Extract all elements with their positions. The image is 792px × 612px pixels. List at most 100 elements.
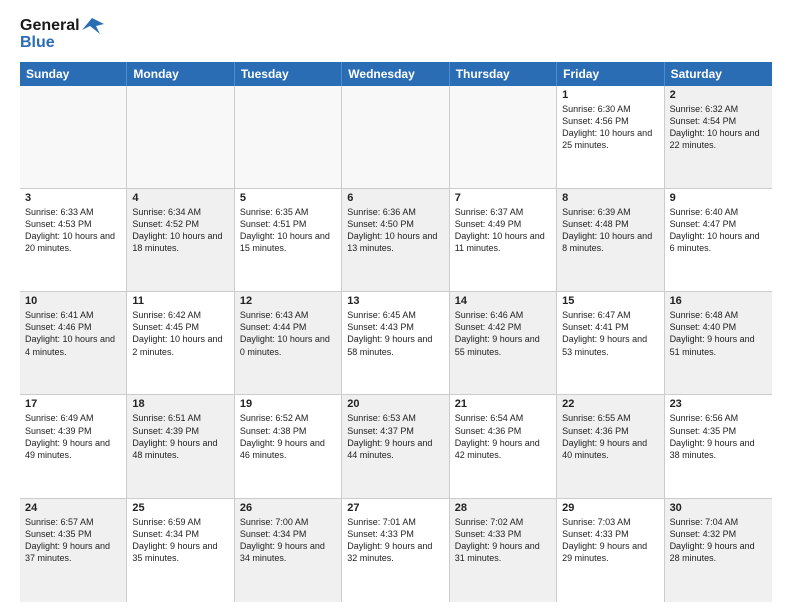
calendar-row-1: 1Sunrise: 6:30 AM Sunset: 4:56 PM Daylig…: [20, 86, 772, 189]
calendar-cell: [342, 86, 449, 188]
calendar-cell: 13 Sunrise: 6:45 AM Sunset: 4:43 PM Dayli…: [342, 292, 449, 394]
day-number: 10: [25, 295, 121, 307]
day-number: 22: [562, 398, 658, 410]
header-day-tuesday: Tuesday: [235, 62, 342, 86]
day-info: Sunrise: 7:03 AM Sunset: 4:33 PM Dayligh…: [562, 516, 658, 565]
calendar-cell: 7 Sunrise: 6:37 AM Sunset: 4:49 PM Daylig…: [450, 189, 557, 291]
calendar-cell: 9 Sunrise: 6:40 AM Sunset: 4:47 PM Daylig…: [665, 189, 772, 291]
day-info: Sunrise: 6:45 AM Sunset: 4:43 PM Dayligh…: [347, 309, 443, 358]
day-number: 3: [25, 192, 121, 204]
calendar: SundayMondayTuesdayWednesdayThursdayFrid…: [20, 62, 772, 602]
header-day-thursday: Thursday: [450, 62, 557, 86]
day-info: Sunrise: 6:51 AM Sunset: 4:39 PM Dayligh…: [132, 412, 228, 461]
day-number: 17: [25, 398, 121, 410]
page: General Blue SundayMondayTuesdayWednesda…: [0, 0, 792, 612]
calendar-cell: 30Sunrise: 7:04 AM Sunset: 4:32 PM Dayli…: [665, 499, 772, 602]
day-number: 26: [240, 502, 336, 514]
day-number: 2: [670, 89, 767, 101]
day-info: Sunrise: 6:57 AM Sunset: 4:35 PM Dayligh…: [25, 516, 121, 565]
day-number: 9: [670, 192, 767, 204]
calendar-cell: 15Sunrise: 6:47 AM Sunset: 4:41 PM Dayli…: [557, 292, 664, 394]
day-number: 29: [562, 502, 658, 514]
calendar-cell: [235, 86, 342, 188]
day-info: Sunrise: 6:34 AM Sunset: 4:52 PM Dayligh…: [132, 206, 228, 255]
calendar-cell: 27 Sunrise: 7:01 AM Sunset: 4:33 PM Dayli…: [342, 499, 449, 602]
calendar-row-3: 10 Sunrise: 6:41 AM Sunset: 4:46 PM Dayli…: [20, 292, 772, 395]
day-info: Sunrise: 6:52 AM Sunset: 4:38 PM Dayligh…: [240, 412, 336, 461]
day-info: Sunrise: 6:46 AM Sunset: 4:42 PM Dayligh…: [455, 309, 551, 358]
day-info: Sunrise: 6:42 AM Sunset: 4:45 PM Dayligh…: [132, 309, 228, 358]
calendar-cell: [450, 86, 557, 188]
day-number: 23: [670, 398, 767, 410]
logo-text-general: General: [20, 17, 80, 35]
calendar-cell: [20, 86, 127, 188]
calendar-cell: 2 Sunrise: 6:32 AM Sunset: 4:54 PM Daylig…: [665, 86, 772, 188]
calendar-cell: 23 Sunrise: 6:56 AM Sunset: 4:35 PM Dayli…: [665, 395, 772, 497]
day-number: 20: [347, 398, 443, 410]
day-number: 21: [455, 398, 551, 410]
day-info: Sunrise: 6:35 AM Sunset: 4:51 PM Dayligh…: [240, 206, 336, 255]
day-info: Sunrise: 6:36 AM Sunset: 4:50 PM Dayligh…: [347, 206, 443, 255]
day-info: Sunrise: 6:37 AM Sunset: 4:49 PM Dayligh…: [455, 206, 551, 255]
day-info: Sunrise: 6:40 AM Sunset: 4:47 PM Dayligh…: [670, 206, 767, 255]
logo-text-blue: Blue: [20, 34, 104, 52]
day-number: 7: [455, 192, 551, 204]
header-day-sunday: Sunday: [20, 62, 127, 86]
calendar-cell: 1Sunrise: 6:30 AM Sunset: 4:56 PM Daylig…: [557, 86, 664, 188]
day-info: Sunrise: 6:39 AM Sunset: 4:48 PM Dayligh…: [562, 206, 658, 255]
day-info: Sunrise: 7:04 AM Sunset: 4:32 PM Dayligh…: [670, 516, 767, 565]
calendar-row-4: 17 Sunrise: 6:49 AM Sunset: 4:39 PM Dayli…: [20, 395, 772, 498]
day-number: 1: [562, 89, 658, 101]
day-info: Sunrise: 6:33 AM Sunset: 4:53 PM Dayligh…: [25, 206, 121, 255]
day-number: 6: [347, 192, 443, 204]
calendar-cell: 5Sunrise: 6:35 AM Sunset: 4:51 PM Daylig…: [235, 189, 342, 291]
calendar-header: SundayMondayTuesdayWednesdayThursdayFrid…: [20, 62, 772, 86]
calendar-cell: 17 Sunrise: 6:49 AM Sunset: 4:39 PM Dayli…: [20, 395, 127, 497]
calendar-cell: 24Sunrise: 6:57 AM Sunset: 4:35 PM Dayli…: [20, 499, 127, 602]
day-number: 8: [562, 192, 658, 204]
calendar-cell: 25Sunrise: 6:59 AM Sunset: 4:34 PM Dayli…: [127, 499, 234, 602]
day-info: Sunrise: 7:01 AM Sunset: 4:33 PM Dayligh…: [347, 516, 443, 565]
header: General Blue: [20, 16, 772, 52]
calendar-cell: 28 Sunrise: 7:02 AM Sunset: 4:33 PM Dayli…: [450, 499, 557, 602]
day-info: Sunrise: 6:55 AM Sunset: 4:36 PM Dayligh…: [562, 412, 658, 461]
day-info: Sunrise: 6:47 AM Sunset: 4:41 PM Dayligh…: [562, 309, 658, 358]
day-number: 27: [347, 502, 443, 514]
logo-bird-icon: [82, 16, 104, 36]
day-info: Sunrise: 6:54 AM Sunset: 4:36 PM Dayligh…: [455, 412, 551, 461]
logo-container: General Blue: [20, 16, 104, 52]
day-info: Sunrise: 6:48 AM Sunset: 4:40 PM Dayligh…: [670, 309, 767, 358]
calendar-cell: 6 Sunrise: 6:36 AM Sunset: 4:50 PM Daylig…: [342, 189, 449, 291]
day-info: Sunrise: 7:00 AM Sunset: 4:34 PM Dayligh…: [240, 516, 336, 565]
calendar-body: 1Sunrise: 6:30 AM Sunset: 4:56 PM Daylig…: [20, 86, 772, 602]
day-info: Sunrise: 6:41 AM Sunset: 4:46 PM Dayligh…: [25, 309, 121, 358]
day-number: 11: [132, 295, 228, 307]
calendar-cell: 11 Sunrise: 6:42 AM Sunset: 4:45 PM Dayli…: [127, 292, 234, 394]
day-number: 28: [455, 502, 551, 514]
day-info: Sunrise: 6:49 AM Sunset: 4:39 PM Dayligh…: [25, 412, 121, 461]
header-day-monday: Monday: [127, 62, 234, 86]
day-number: 18: [132, 398, 228, 410]
day-info: Sunrise: 7:02 AM Sunset: 4:33 PM Dayligh…: [455, 516, 551, 565]
day-number: 16: [670, 295, 767, 307]
calendar-cell: 26 Sunrise: 7:00 AM Sunset: 4:34 PM Dayli…: [235, 499, 342, 602]
day-info: Sunrise: 6:56 AM Sunset: 4:35 PM Dayligh…: [670, 412, 767, 461]
header-day-friday: Friday: [557, 62, 664, 86]
day-info: Sunrise: 6:53 AM Sunset: 4:37 PM Dayligh…: [347, 412, 443, 461]
calendar-cell: 21 Sunrise: 6:54 AM Sunset: 4:36 PM Dayli…: [450, 395, 557, 497]
calendar-cell: 19Sunrise: 6:52 AM Sunset: 4:38 PM Dayli…: [235, 395, 342, 497]
calendar-cell: 4Sunrise: 6:34 AM Sunset: 4:52 PM Daylig…: [127, 189, 234, 291]
calendar-cell: 10 Sunrise: 6:41 AM Sunset: 4:46 PM Dayli…: [20, 292, 127, 394]
calendar-cell: 12Sunrise: 6:43 AM Sunset: 4:44 PM Dayli…: [235, 292, 342, 394]
header-day-wednesday: Wednesday: [342, 62, 449, 86]
day-info: Sunrise: 6:32 AM Sunset: 4:54 PM Dayligh…: [670, 103, 767, 152]
day-number: 12: [240, 295, 336, 307]
calendar-cell: 18 Sunrise: 6:51 AM Sunset: 4:39 PM Dayli…: [127, 395, 234, 497]
calendar-cell: 22 Sunrise: 6:55 AM Sunset: 4:36 PM Dayli…: [557, 395, 664, 497]
calendar-cell: 29 Sunrise: 7:03 AM Sunset: 4:33 PM Dayli…: [557, 499, 664, 602]
header-day-saturday: Saturday: [665, 62, 772, 86]
calendar-row-2: 3 Sunrise: 6:33 AM Sunset: 4:53 PM Daylig…: [20, 189, 772, 292]
day-number: 13: [347, 295, 443, 307]
calendar-cell: 14Sunrise: 6:46 AM Sunset: 4:42 PM Dayli…: [450, 292, 557, 394]
calendar-cell: 3 Sunrise: 6:33 AM Sunset: 4:53 PM Daylig…: [20, 189, 127, 291]
